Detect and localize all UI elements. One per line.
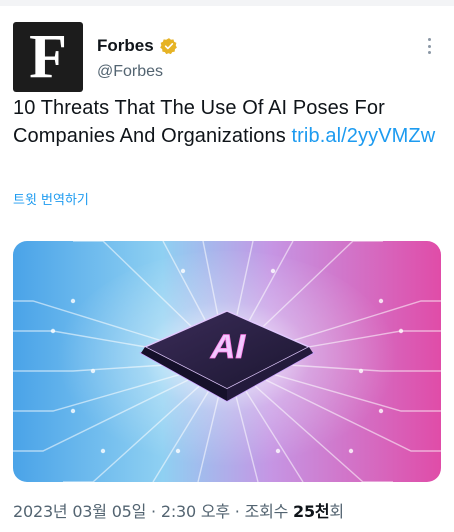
dot — [427, 51, 431, 54]
name-row: Forbes — [97, 35, 178, 57]
verified-badge-icon — [159, 38, 177, 55]
tweet-link[interactable]: trib.al/2yyVMZw — [292, 125, 436, 147]
views-count: 25천 — [293, 502, 330, 521]
tweet-time[interactable]: 2:30 오후 — [161, 502, 230, 521]
top-divider — [0, 0, 454, 6]
views-label: 조회수 — [244, 502, 294, 521]
avatar[interactable]: F — [13, 22, 83, 92]
avatar-logo-letter: F — [29, 23, 67, 91]
views-suffix: 회 — [329, 502, 344, 521]
dot — [427, 38, 431, 41]
ai-chip-illustration: AI — [13, 241, 441, 482]
more-options-icon[interactable] — [419, 36, 439, 56]
meta-separator: · — [146, 502, 161, 521]
translate-tweet-link[interactable]: 트윗 번역하기 — [13, 189, 89, 208]
meta-separator: · — [229, 502, 245, 521]
tweet-header: F Forbes @Forbes — [13, 22, 443, 94]
tweet-media-image[interactable]: AI — [13, 241, 441, 482]
tweet-date[interactable]: 2023년 03월 05일 — [13, 502, 146, 521]
tweet-meta: 2023년 03월 05일 · 2:30 오후 · 조회수 25천회 — [13, 498, 344, 522]
tweet-text: 10 Threats That The Use Of AI Poses For … — [13, 94, 445, 150]
dot — [427, 44, 431, 48]
handle[interactable]: @Forbes — [97, 63, 163, 81]
display-name[interactable]: Forbes — [97, 36, 154, 56]
